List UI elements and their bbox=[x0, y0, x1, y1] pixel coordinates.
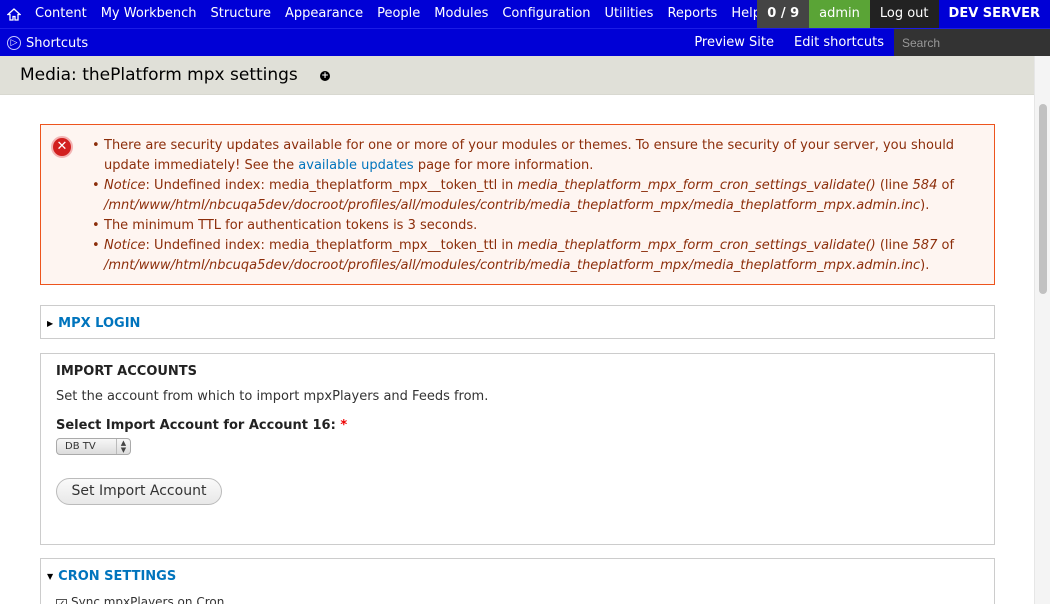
toolbar-item-configuration[interactable]: Configuration bbox=[495, 0, 597, 28]
preview-site-link[interactable]: Preview Site bbox=[684, 29, 784, 57]
file-path: /mnt/www/html/nbcuqa5dev/docroot/profile… bbox=[104, 258, 921, 273]
page-header: Media: thePlatform mpx settings + bbox=[0, 56, 1034, 95]
shortcut-links: Preview Site Edit shortcuts bbox=[684, 29, 894, 57]
logout-link[interactable]: Log out bbox=[869, 0, 939, 28]
toolbar-item-reports[interactable]: Reports bbox=[660, 0, 724, 28]
message-text: : Undefined index: media_theplatform_mpx… bbox=[145, 178, 518, 193]
home-icon[interactable] bbox=[0, 0, 28, 28]
line-number: 584 bbox=[912, 178, 938, 193]
scrollbar-thumb[interactable] bbox=[1039, 104, 1047, 294]
mpx-login-fieldset: ▶ MPX LOGIN bbox=[40, 305, 995, 339]
user-account-link[interactable]: admin bbox=[809, 0, 870, 28]
notice-label: Notice bbox=[104, 238, 146, 253]
required-marker: * bbox=[340, 418, 348, 433]
toolbar-item-structure[interactable]: Structure bbox=[204, 0, 278, 28]
message-text: of bbox=[937, 238, 955, 253]
page-scrollbar[interactable] bbox=[1034, 56, 1050, 604]
cron-settings-fieldset: ▼ CRON SETTINGS ✓ Sync mpxPlayers on Cron bbox=[40, 558, 995, 604]
shortcuts-toggle-label: Shortcuts bbox=[26, 35, 89, 51]
message-text: : Undefined index: media_theplatform_mpx… bbox=[145, 238, 518, 253]
chevron-right-icon: ▷ bbox=[7, 36, 21, 50]
select-arrows-icon: ▲ ▼ bbox=[116, 439, 130, 454]
message-text: of bbox=[937, 178, 955, 193]
message-text: (line bbox=[875, 178, 913, 193]
import-account-label-text: Select Import Account for Account 16: bbox=[56, 418, 341, 433]
triangle-right-icon: ▶ bbox=[47, 319, 54, 328]
message-list: There are security updates available for… bbox=[92, 136, 984, 276]
ttl-message: The minimum TTL for authentication token… bbox=[92, 216, 984, 236]
toolbar-item-content[interactable]: Content bbox=[28, 0, 94, 28]
notice-message-2: Notice: Undefined index: media_theplatfo… bbox=[92, 236, 984, 276]
file-path: /mnt/www/html/nbcuqa5dev/docroot/profile… bbox=[104, 198, 921, 213]
line-number: 587 bbox=[912, 238, 938, 253]
error-messages: ✕ There are security updates available f… bbox=[40, 124, 995, 285]
page-title: Media: thePlatform mpx settings bbox=[20, 65, 298, 85]
import-account-label: Select Import Account for Account 16: * bbox=[56, 418, 347, 433]
notification-count[interactable]: 0 / 9 bbox=[757, 0, 810, 28]
message-text: ). bbox=[920, 198, 930, 213]
function-name: media_theplatform_mpx_form_cron_settings… bbox=[517, 178, 876, 193]
available-updates-link[interactable]: available updates bbox=[298, 158, 413, 173]
mpx-login-legend: MPX LOGIN bbox=[58, 316, 141, 331]
shortcuts-bar: ▷ Shortcuts Preview Site Edit shortcuts bbox=[0, 28, 1050, 57]
import-account-select[interactable]: DB TV ▲ ▼ bbox=[56, 438, 131, 455]
shortcuts-toggle[interactable]: ▷ Shortcuts bbox=[7, 29, 88, 57]
sync-players-checkbox[interactable]: ✓ bbox=[56, 599, 67, 604]
admin-toolbar: Content My Workbench Structure Appearanc… bbox=[0, 0, 1050, 28]
message-text: ). bbox=[920, 258, 930, 273]
toolbar-item-modules[interactable]: Modules bbox=[427, 0, 495, 28]
message-text: page for more information. bbox=[413, 158, 594, 173]
toolbar-user-area: 0 / 9 admin Log out DEV SERVER bbox=[757, 0, 1050, 28]
toolbar-menu: Content My Workbench Structure Appearanc… bbox=[0, 0, 768, 28]
sync-players-label: Sync mpxPlayers on Cron bbox=[71, 595, 225, 604]
mpx-login-toggle[interactable]: ▶ MPX LOGIN bbox=[47, 316, 140, 331]
edit-shortcuts-link[interactable]: Edit shortcuts bbox=[784, 29, 894, 57]
triangle-down-icon: ▼ bbox=[47, 572, 54, 581]
import-accounts-description: Set the account from which to import mpx… bbox=[56, 389, 489, 404]
notice-message-1: Notice: Undefined index: media_theplatfo… bbox=[92, 176, 984, 216]
import-accounts-fieldset: IMPORT ACCOUNTS Set the account from whi… bbox=[40, 353, 995, 545]
search-box bbox=[894, 29, 1050, 57]
add-shortcut-icon[interactable]: + bbox=[320, 71, 330, 81]
cron-settings-legend: CRON SETTINGS bbox=[58, 569, 177, 584]
environment-label: DEV SERVER bbox=[938, 0, 1050, 28]
set-import-account-button[interactable]: Set Import Account bbox=[56, 478, 222, 505]
search-input[interactable] bbox=[898, 33, 1046, 53]
toolbar-item-utilities[interactable]: Utilities bbox=[598, 0, 661, 28]
sync-players-option: ✓ Sync mpxPlayers on Cron bbox=[56, 595, 224, 604]
toolbar-item-appearance[interactable]: Appearance bbox=[278, 0, 370, 28]
import-accounts-title: IMPORT ACCOUNTS bbox=[56, 364, 198, 379]
notice-label: Notice bbox=[104, 178, 146, 193]
selected-account-value: DB TV bbox=[65, 441, 96, 452]
security-update-message: There are security updates available for… bbox=[92, 136, 984, 176]
toolbar-item-my-workbench[interactable]: My Workbench bbox=[94, 0, 204, 28]
function-name: media_theplatform_mpx_form_cron_settings… bbox=[517, 238, 876, 253]
toolbar-item-people[interactable]: People bbox=[370, 0, 427, 28]
message-text: (line bbox=[875, 238, 913, 253]
cron-settings-toggle[interactable]: ▼ CRON SETTINGS bbox=[47, 569, 176, 584]
error-icon: ✕ bbox=[51, 136, 73, 158]
